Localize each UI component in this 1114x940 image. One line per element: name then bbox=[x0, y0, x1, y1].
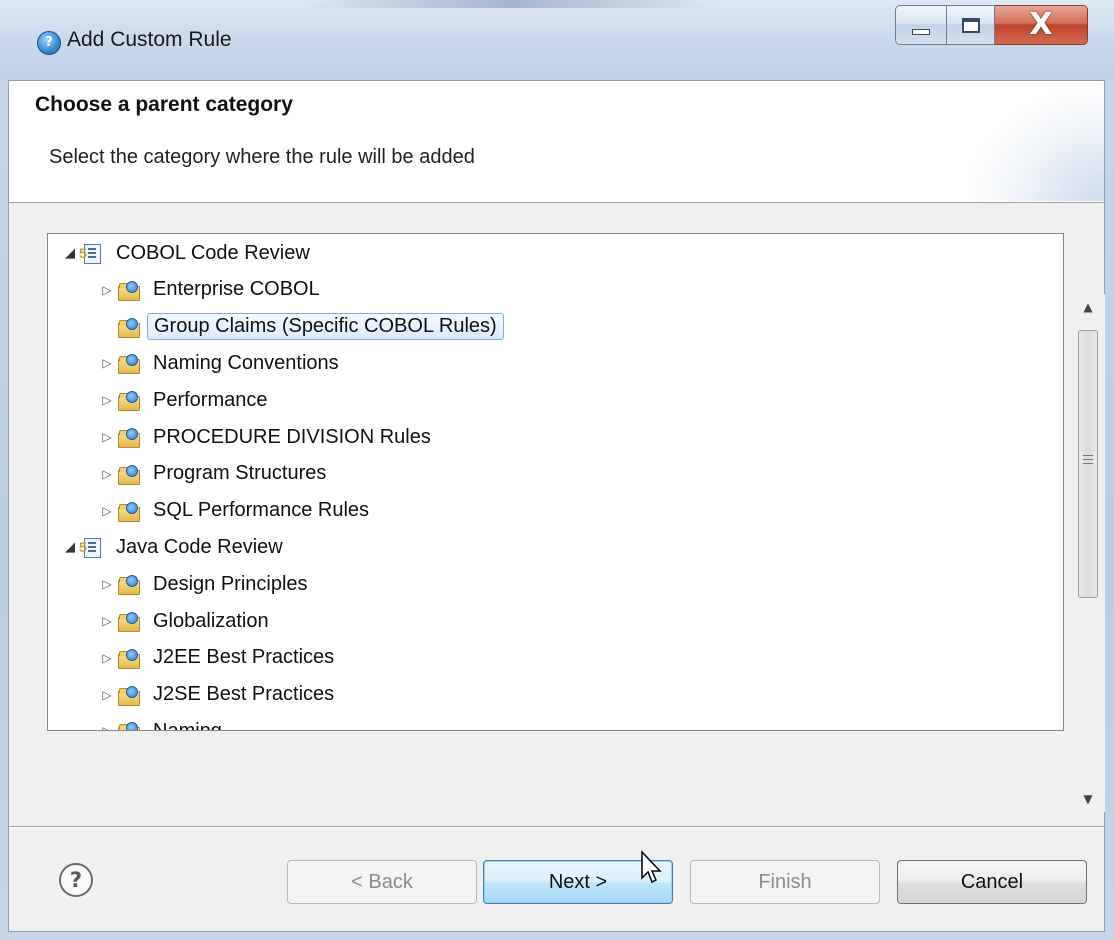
expand-icon[interactable]: ▷ bbox=[97, 688, 117, 702]
footer-separator bbox=[9, 826, 1104, 828]
folder-badge bbox=[126, 575, 138, 588]
grip-icon bbox=[1083, 455, 1093, 467]
close-icon: X bbox=[1029, 7, 1053, 42]
close-button[interactable]: X bbox=[995, 5, 1088, 45]
finish-button[interactable]: Finish bbox=[690, 860, 880, 904]
collapse-icon[interactable]: ◢ bbox=[60, 245, 80, 261]
category-folder-icon bbox=[117, 426, 140, 448]
expand-icon[interactable]: ▷ bbox=[97, 577, 117, 591]
category-folder-icon bbox=[117, 352, 140, 375]
tree-node-category[interactable]: ▷ J2EE Best Practices bbox=[97, 641, 340, 675]
vertical-scrollbar[interactable]: ▲ ▼ bbox=[1071, 294, 1105, 812]
rule-set-icon: 5 bbox=[79, 242, 102, 264]
folder-badge bbox=[126, 280, 138, 293]
page-description: Select the category where the rule will … bbox=[49, 146, 475, 168]
maximize-button[interactable] bbox=[947, 5, 995, 45]
tree-node-label: Program Structures bbox=[153, 462, 327, 485]
folder-badge bbox=[126, 685, 138, 698]
help-button[interactable]: ? bbox=[59, 863, 93, 897]
expand-icon[interactable]: ▷ bbox=[97, 504, 117, 518]
scroll-down-icon[interactable]: ▼ bbox=[1071, 786, 1105, 812]
tree-node-label: Enterprise COBOL bbox=[153, 278, 320, 301]
category-folder-icon bbox=[117, 610, 140, 632]
tree-node-label: Globalization bbox=[153, 609, 269, 632]
category-folder-icon bbox=[117, 500, 140, 522]
folder-badge bbox=[126, 612, 138, 624]
expand-icon[interactable]: ▷ bbox=[97, 356, 117, 370]
banner-graphic bbox=[964, 81, 1104, 201]
mouse-cursor-icon bbox=[641, 850, 662, 884]
tree-node-label: Java Code Review bbox=[116, 535, 283, 558]
dialog-client-area: Choose a parent category Select the cate… bbox=[8, 80, 1105, 932]
expand-icon[interactable]: ▷ bbox=[97, 467, 117, 481]
tree-node-category[interactable]: ▷ Naming bbox=[97, 714, 228, 731]
title-bar[interactable]: ? Add Custom Rule X bbox=[0, 0, 1114, 80]
tree-node-label: PROCEDURE DIVISION Rules bbox=[153, 425, 431, 448]
wizard-banner: Choose a parent category Select the cate… bbox=[9, 81, 1104, 203]
expand-icon[interactable]: ▷ bbox=[97, 430, 117, 444]
folder-badge bbox=[126, 354, 138, 367]
page-title: Choose a parent category bbox=[35, 93, 293, 116]
expand-icon[interactable]: ▷ bbox=[97, 651, 117, 665]
tree-node-category[interactable]: ▷ Program Structures bbox=[97, 457, 332, 491]
scroll-up-icon[interactable]: ▲ bbox=[1071, 294, 1105, 320]
maximize-icon bbox=[961, 17, 980, 33]
category-folder-icon bbox=[117, 389, 140, 412]
back-button[interactable]: < Back bbox=[287, 860, 477, 904]
tree-node-category[interactable]: ▷ PROCEDURE DIVISION Rules bbox=[97, 420, 437, 454]
minimize-icon bbox=[912, 29, 930, 35]
tree-node-label: SQL Performance Rules bbox=[153, 499, 370, 522]
tree-node-label: J2SE Best Practices bbox=[153, 683, 335, 706]
tree-node-project[interactable]: ◢ 5 COBOL Code Review bbox=[60, 236, 316, 270]
scroll-thumb[interactable] bbox=[1078, 330, 1098, 598]
tree-node-category[interactable]: ▷ Naming Conventions bbox=[97, 346, 345, 380]
tree-node-category[interactable]: ▷ Enterprise COBOL bbox=[97, 273, 326, 307]
tree-node-category[interactable]: ▷ Design Principles bbox=[97, 567, 314, 601]
category-folder-icon bbox=[117, 316, 140, 338]
tree-node-category[interactable]: ▷ SQL Performance Rules bbox=[97, 494, 375, 528]
title-bar-decoration bbox=[300, 0, 720, 8]
tree-node-label: COBOL Code Review bbox=[116, 241, 310, 264]
tree-node-label: Naming bbox=[153, 719, 222, 731]
folder-badge bbox=[126, 648, 138, 661]
tree-node-label: J2EE Best Practices bbox=[153, 646, 335, 669]
rule-set-icon: 5 bbox=[79, 536, 102, 559]
tree-node-category[interactable]: Group Claims (Specific COBOL Rules) bbox=[97, 310, 504, 344]
app-icon: ? bbox=[37, 31, 61, 55]
folder-badge bbox=[126, 428, 138, 440]
folder-badge bbox=[126, 501, 138, 514]
expand-icon[interactable]: ▷ bbox=[97, 393, 117, 407]
expand-icon[interactable]: ▷ bbox=[97, 283, 117, 297]
folder-badge bbox=[126, 317, 138, 330]
category-folder-icon bbox=[117, 573, 140, 596]
tree-node-category[interactable]: ▷ J2SE Best Practices bbox=[97, 678, 340, 712]
cancel-button[interactable]: Cancel bbox=[897, 860, 1087, 904]
window-title: Add Custom Rule bbox=[67, 28, 232, 51]
tree-node-project[interactable]: ◢ 5 Java Code Review bbox=[60, 530, 289, 564]
collapse-icon[interactable]: ◢ bbox=[60, 539, 80, 555]
tree-node-label: Performance bbox=[153, 388, 268, 411]
category-tree[interactable]: ◢ 5 COBOL Code Review ▷ Enterprise COBOL Grou… bbox=[47, 233, 1064, 731]
tree-node-label: Group Claims (Specific COBOL Rules) bbox=[147, 313, 504, 341]
expand-icon[interactable]: ▷ bbox=[97, 614, 117, 628]
category-folder-icon bbox=[117, 720, 140, 730]
dialog-window: ? Add Custom Rule X Choose a parent cate… bbox=[0, 0, 1114, 940]
category-folder-icon bbox=[117, 647, 140, 669]
rule-set-mark: 5 bbox=[79, 245, 87, 261]
folder-badge bbox=[126, 722, 138, 730]
tree-node-label: Design Principles bbox=[153, 572, 308, 595]
rule-set-mark: 5 bbox=[79, 539, 87, 556]
folder-badge bbox=[126, 391, 138, 404]
tree-node-category[interactable]: ▷ Globalization bbox=[97, 604, 275, 638]
minimize-button[interactable] bbox=[895, 5, 947, 45]
category-folder-icon bbox=[117, 684, 140, 706]
tree-node-label: Naming Conventions bbox=[153, 351, 339, 374]
expand-icon[interactable]: ▷ bbox=[97, 724, 117, 730]
category-folder-icon bbox=[117, 463, 140, 485]
category-folder-icon bbox=[117, 279, 140, 301]
window-controls: X bbox=[895, 5, 1088, 47]
folder-badge bbox=[126, 464, 138, 477]
tree-node-category[interactable]: ▷ Performance bbox=[97, 383, 274, 417]
